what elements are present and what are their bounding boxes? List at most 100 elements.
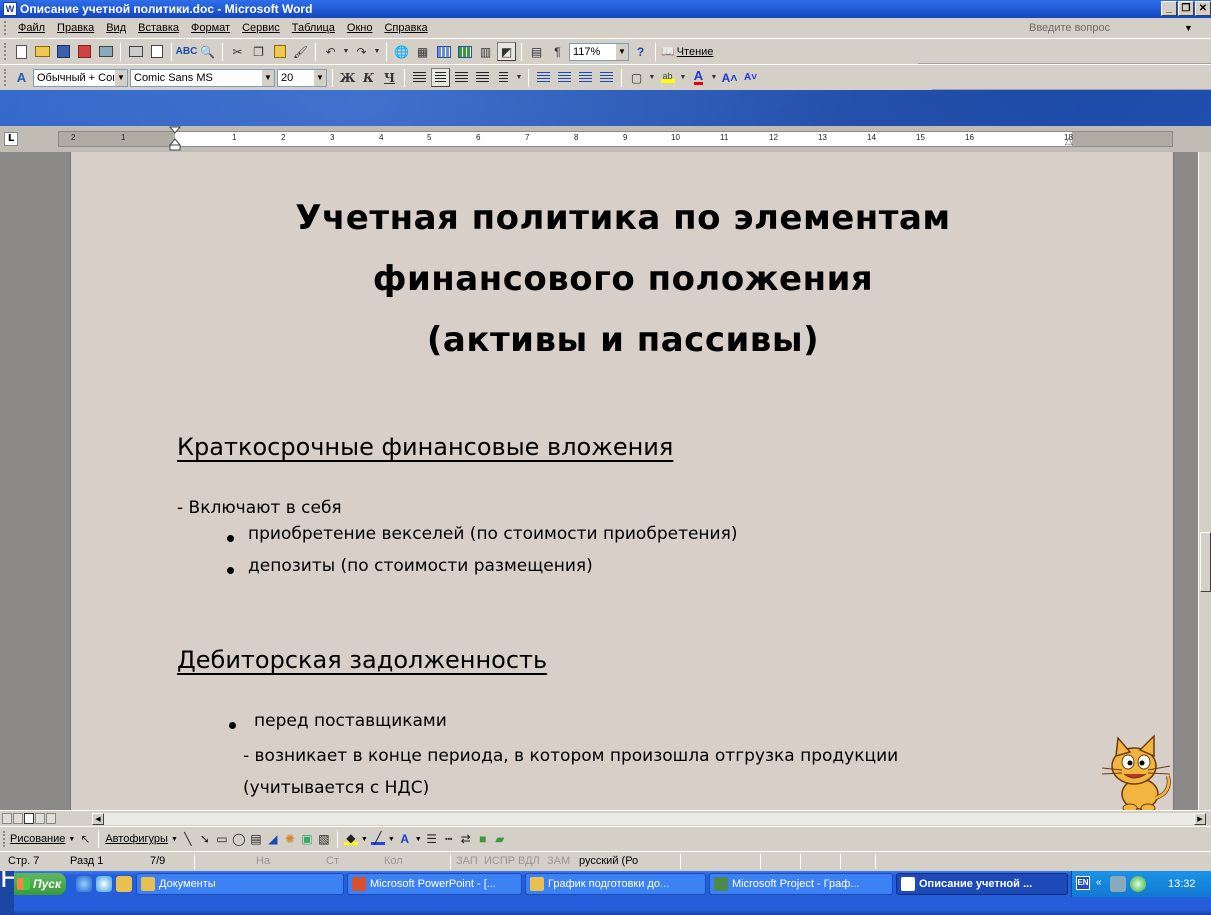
shrink-font-icon[interactable]: A˅ — [741, 68, 760, 87]
insert-excel-icon[interactable] — [455, 42, 474, 61]
style-dropdown-icon[interactable]: ▼ — [114, 69, 127, 86]
zoom-select[interactable]: 117% ▼ — [569, 42, 629, 61]
3d-icon[interactable]: ▰ — [493, 832, 507, 846]
picture-icon[interactable]: ▧ — [317, 832, 331, 846]
italic-button[interactable]: К — [359, 68, 378, 87]
diagram-icon[interactable]: ✺ — [283, 832, 297, 846]
reading-mode-button[interactable]: 📖 Чтение — [661, 45, 713, 59]
fill-color-icon[interactable]: ◆ — [343, 831, 358, 845]
decrease-indent-icon[interactable] — [576, 68, 595, 87]
textbox-icon[interactable]: ▤ — [249, 832, 263, 846]
vertical-scrollbar[interactable] — [1198, 152, 1211, 810]
menu-item[interactable]: Вставка — [132, 18, 185, 38]
horizontal-ruler[interactable]: 2 1 1 2 3 4 5 6 7 8 9 10 11 12 13 14 15 16 18 △ — [58, 126, 1173, 151]
title-bar[interactable]: W Описание учетной политики.doc - Micros… — [0, 0, 1211, 18]
rectangle-icon[interactable]: ▭ — [215, 832, 229, 846]
open-folder-icon[interactable] — [33, 42, 52, 61]
font-size-select[interactable]: 20 ▼ — [277, 68, 327, 87]
minimize-button[interactable]: _ — [1161, 1, 1177, 16]
help-icon[interactable]: ? — [631, 42, 650, 61]
paste-icon[interactable] — [270, 42, 289, 61]
menu-item[interactable]: Правка — [51, 18, 100, 38]
bold-button[interactable]: Ж — [338, 68, 357, 87]
taskbar-button-word[interactable]: Описание учетной ... — [896, 873, 1068, 895]
word-app-icon[interactable]: W — [3, 2, 17, 16]
line-icon[interactable]: ╲ — [181, 832, 195, 846]
email-icon[interactable] — [96, 42, 115, 61]
align-left-icon[interactable] — [410, 68, 429, 87]
insert-table-icon[interactable] — [434, 42, 453, 61]
tray-app-icon[interactable] — [1130, 876, 1146, 892]
borders-icon[interactable]: ▢ — [627, 68, 646, 87]
print-view-button[interactable] — [24, 813, 34, 824]
taskbar-button-powerpoint[interactable]: Microsoft PowerPoint - [... — [347, 873, 522, 895]
scroll-right-icon[interactable]: ▶ — [1194, 813, 1206, 825]
print-preview-icon[interactable] — [147, 42, 166, 61]
shadow-icon[interactable]: ■ — [476, 832, 490, 846]
redo-icon[interactable]: ↷ — [352, 42, 371, 61]
help-dropdown-icon[interactable]: ▼ — [1184, 18, 1198, 38]
close-button[interactable]: ✕ — [1195, 1, 1211, 16]
web-view-button[interactable] — [13, 813, 23, 824]
normal-view-button[interactable] — [2, 813, 12, 824]
line-spacing-icon[interactable] — [494, 68, 513, 87]
font-size-dropdown-icon[interactable]: ▼ — [313, 69, 326, 86]
menu-item[interactable]: Таблица — [286, 18, 341, 38]
show-desktop-icon[interactable] — [116, 876, 132, 892]
clock[interactable]: 13:32 — [1168, 871, 1196, 897]
underline-button[interactable]: Ч — [380, 68, 399, 87]
zoom-dropdown-icon[interactable]: ▼ — [615, 43, 628, 60]
taskbar-button-documents[interactable]: Документы — [136, 873, 344, 895]
numbering-icon[interactable] — [534, 68, 553, 87]
menu-item[interactable]: Формат — [185, 18, 236, 38]
font-dropdown-icon[interactable]: ▼ — [261, 69, 274, 86]
right-indent-icon[interactable]: △ — [1065, 136, 1073, 147]
bullets-icon[interactable] — [555, 68, 574, 87]
horizontal-scrollbar[interactable] — [104, 813, 1194, 825]
clipart-icon[interactable]: ▣ — [300, 832, 314, 846]
style-select[interactable]: Обычный + Com ▼ — [33, 68, 128, 87]
start-button[interactable]: Пуск — [14, 873, 66, 895]
align-center-icon[interactable] — [431, 68, 450, 87]
permission-icon[interactable] — [75, 42, 94, 61]
autoshapes-dropdown-icon[interactable]: ▼ — [171, 836, 178, 843]
maximize-button[interactable]: ❐ — [1178, 1, 1194, 16]
oval-icon[interactable]: ◯ — [232, 832, 246, 846]
line-color-dropdown-icon[interactable]: ▼ — [388, 836, 395, 843]
justify-icon[interactable] — [473, 68, 492, 87]
internet-explorer-icon[interactable] — [76, 876, 92, 892]
document-area[interactable]: Учетная политика по элементам финансовог… — [0, 152, 1198, 810]
arrow-style-icon[interactable]: ⇄ — [459, 832, 473, 846]
grow-font-icon[interactable]: A˄ — [720, 68, 739, 87]
styles-pane-icon[interactable]: A — [12, 68, 31, 87]
document-map-icon[interactable]: ▤ — [527, 42, 546, 61]
status-record[interactable]: ЗАП — [456, 852, 478, 870]
toolbar-grip[interactable] — [4, 43, 7, 60]
research-icon[interactable]: 🔍 — [198, 42, 217, 61]
document-page[interactable]: Учетная политика по элементам финансовог… — [70, 152, 1174, 810]
scroll-left-icon[interactable]: ◀ — [92, 813, 104, 825]
toolbar-grip[interactable] — [3, 831, 6, 847]
tab-selector[interactable]: L — [4, 132, 18, 146]
menu-item[interactable]: Вид — [100, 18, 132, 38]
highlight-icon[interactable]: ab — [658, 68, 677, 87]
spelling-icon[interactable]: ABC — [176, 42, 198, 61]
network-icon[interactable] — [1110, 876, 1126, 892]
increase-indent-icon[interactable] — [597, 68, 616, 87]
save-icon[interactable] — [54, 42, 73, 61]
language-indicator[interactable]: EN — [1076, 876, 1090, 890]
toolbar-grip[interactable] — [4, 69, 7, 86]
columns-icon[interactable]: ▥ — [476, 42, 495, 61]
menu-item[interactable]: Сервис — [236, 18, 286, 38]
menu-item[interactable]: Окно — [341, 18, 379, 38]
undo-icon[interactable]: ↶ — [321, 42, 340, 61]
help-search-input[interactable]: Введите вопрос — [1026, 20, 1176, 36]
cut-icon[interactable]: ✂ — [228, 42, 247, 61]
reading-view-button[interactable] — [46, 813, 56, 824]
format-painter-icon[interactable]: 🖌 — [291, 42, 310, 61]
status-language[interactable]: русский (Ро — [579, 852, 638, 870]
arrow-icon[interactable]: ➘ — [198, 832, 212, 846]
dash-style-icon[interactable]: ┅ — [442, 832, 456, 846]
hyperlink-icon[interactable]: 🌐 — [392, 42, 411, 61]
drawing-menu-button[interactable]: Рисование — [10, 833, 65, 845]
